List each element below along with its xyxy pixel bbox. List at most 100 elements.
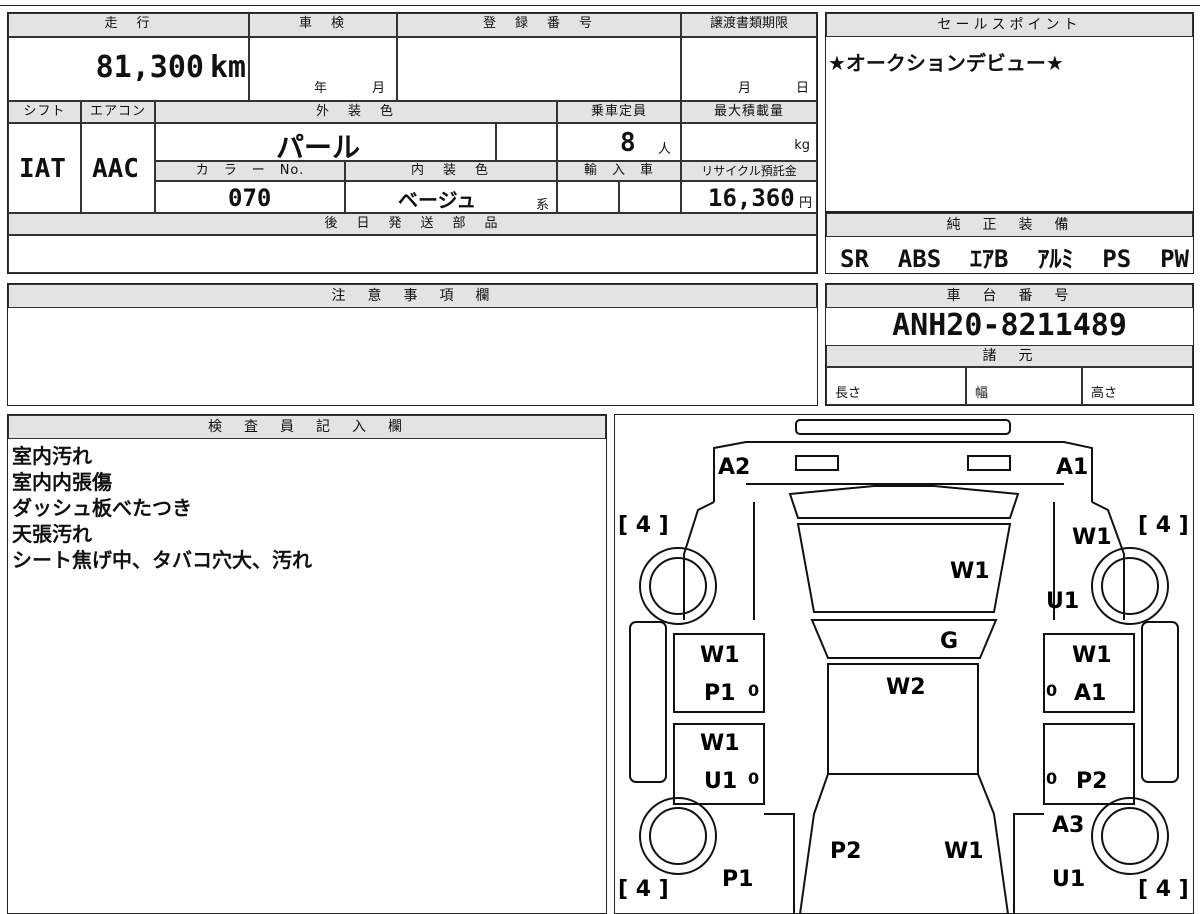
- max-load-label: 最大積載量: [681, 101, 817, 123]
- specs-width-cell: 幅: [966, 367, 1082, 405]
- import-cell-a: [557, 181, 619, 213]
- shift-label: シフト: [8, 101, 81, 123]
- color-no-value: 070: [228, 184, 272, 212]
- mark-zero: 0: [748, 681, 759, 700]
- mark-w2-roof: W2: [886, 675, 926, 700]
- mileage-unit: km: [209, 50, 246, 85]
- tire-value-rear-left: [ 4 ]: [618, 877, 669, 902]
- tire-rear-right: [1090, 796, 1169, 875]
- genuine-equipment-value: SR ABS ｴｱB ｱﾙﾐ PS PW: [840, 245, 1189, 273]
- inspector-note: 天張汚れ: [12, 522, 92, 546]
- aircon-value: AAC: [92, 154, 139, 184]
- shaken-cell: 年 月: [249, 37, 397, 101]
- specs-length-cell: 長さ: [826, 367, 966, 405]
- exterior-color-value: パール: [276, 131, 361, 164]
- shift-cell: IAT: [8, 123, 81, 213]
- interior-color-cell: ベージュ 系: [345, 181, 557, 213]
- color-no-cell: 070: [155, 181, 345, 213]
- right-sill: [1140, 620, 1179, 783]
- mileage-value: 81,300: [95, 50, 204, 85]
- registration-cell: [397, 37, 681, 101]
- mark-u1-front-right: U1: [1046, 589, 1079, 614]
- inspector-label: 検 査 員 記 入 欄: [8, 415, 606, 439]
- mark-a1-front: A1: [1056, 455, 1088, 480]
- aircon-label: エアコン: [81, 101, 155, 123]
- hood-top: [788, 484, 1019, 519]
- rear-right-panel: [1012, 812, 1044, 914]
- interior-color-value: ベージュ: [398, 188, 477, 212]
- capacity-label: 乗車定員: [557, 101, 681, 123]
- mark-g: G: [940, 629, 958, 654]
- mark-w1-door-rl: W1: [700, 731, 740, 756]
- inspector-note: ダッシュ板べたつき: [12, 496, 192, 520]
- mark-w1-hood: W1: [950, 559, 990, 584]
- sales-point-text: ★オークションデビュー★: [828, 51, 1064, 75]
- front-light-right: [966, 454, 1011, 471]
- inspector-note: シート焦げ中、タバコ穴大、汚れ: [12, 548, 312, 572]
- inspector-notes: 室内汚れ 室内内張傷 ダッシュ板べたつき 天張汚れ シート焦げ中、タバコ穴大、汚…: [12, 443, 312, 573]
- mark-a2: A2: [718, 455, 750, 480]
- chassis-label: 車 台 番 号: [826, 284, 1193, 308]
- mileage-cell: 81,300 km: [8, 37, 249, 101]
- caution-panel: 注 意 事 項 欄: [7, 283, 818, 406]
- mark-w1-door-fr: W1: [1072, 643, 1112, 668]
- inspector-note: 室内内張傷: [12, 470, 112, 494]
- chassis-value: ANH20-8211489: [892, 308, 1127, 343]
- import-label: 輸 入 車: [557, 161, 681, 181]
- car-diagram: [ 4 ] [ 4 ] [ 4 ] [ 4 ] A2 A1 W1 W1 U1 G…: [618, 418, 1189, 914]
- transfer-deadline-cell: 月 日: [681, 37, 817, 101]
- import-cell-b: [619, 181, 681, 213]
- registration-label: 登 録 番 号: [397, 13, 681, 37]
- exterior-color-extra-cell: [496, 123, 557, 161]
- inspector-panel: 検 査 員 記 入 欄 室内汚れ 室内内張傷 ダッシュ板べたつき 天張汚れ シー…: [7, 414, 607, 914]
- tire-value-front-right: [ 4 ]: [1138, 513, 1189, 538]
- mark-a1-door-fr: A1: [1074, 681, 1106, 706]
- recycle-unit: 円: [798, 196, 812, 211]
- tire-value-front-left: [ 4 ]: [618, 513, 669, 538]
- mark-zero: 0: [1046, 769, 1057, 788]
- rear-left-panel: [763, 812, 795, 914]
- capacity-value: 8: [620, 128, 636, 158]
- mark-p2-rear: P2: [830, 839, 861, 864]
- left-sill: [628, 620, 667, 783]
- mark-p1-door-fl: P1: [704, 681, 735, 706]
- interior-color-suffix: 系: [536, 198, 550, 213]
- recycle-value: 16,360: [708, 184, 795, 212]
- mark-u1-door-rl: U1: [704, 769, 737, 794]
- later-parts-cell: [8, 235, 817, 273]
- mark-w1-door-fl: W1: [700, 643, 740, 668]
- interior-color-label: 内 装 色: [345, 161, 557, 181]
- caution-label: 注 意 事 項 欄: [8, 284, 817, 308]
- inspector-note: 室内汚れ: [12, 444, 92, 468]
- shaken-month-unit: 月: [372, 81, 386, 96]
- specs-height-label: 高さ: [1091, 386, 1118, 401]
- mark-zero: 0: [1046, 681, 1057, 700]
- top-edge-strip: [0, 0, 1200, 6]
- damage-diagram-panel: [ 4 ] [ 4 ] [ 4 ] [ 4 ] A2 A1 W1 W1 U1 G…: [614, 414, 1194, 914]
- front-light-left: [794, 454, 839, 471]
- mileage-label: 走 行: [8, 13, 249, 37]
- mark-p2-door-rr: P2: [1076, 769, 1107, 794]
- later-parts-label: 後 日 発 送 部 品: [8, 213, 817, 235]
- shaken-label: 車 検: [249, 13, 397, 37]
- chassis-panel: 車 台 番 号 ANH20-8211489 諸 元 長さ 幅 高さ: [825, 283, 1194, 406]
- tire-value-rear-right: [ 4 ]: [1138, 877, 1189, 902]
- genuine-equipment-label: 純 正 装 備: [826, 213, 1193, 237]
- transfer-month-unit: 月: [738, 81, 752, 96]
- mark-w1-front-right: W1: [1072, 525, 1112, 550]
- tire-front-right: [1090, 546, 1169, 625]
- max-load-unit: kg: [794, 138, 810, 153]
- max-load-cell: kg: [681, 123, 817, 161]
- shift-value: IAT: [19, 154, 66, 184]
- color-no-label: カ ラ ー No.: [155, 161, 345, 181]
- capacity-unit: 人: [658, 142, 672, 157]
- front-panel: [712, 440, 1093, 502]
- specs-width-label: 幅: [975, 386, 989, 401]
- specs-height-cell: 高さ: [1082, 367, 1193, 405]
- sales-point-panel: セールスポイント ★オークションデビュー★: [825, 12, 1194, 212]
- windshield: [809, 618, 998, 659]
- genuine-equipment-panel: 純 正 装 備 SR ABS ｴｱB ｱﾙﾐ PS PW: [825, 212, 1194, 274]
- mark-a3-rear-right: A3: [1052, 813, 1084, 838]
- mark-w1-rear: W1: [944, 839, 984, 864]
- mark-u1-rear-right: U1: [1052, 867, 1085, 892]
